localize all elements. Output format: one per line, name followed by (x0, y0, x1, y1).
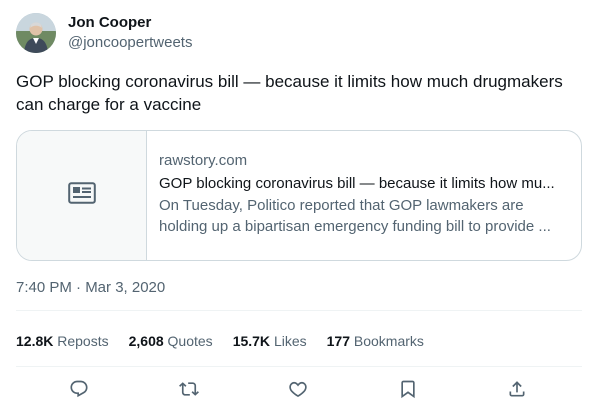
tweet-timestamp[interactable]: 7:40 PM · Mar 3, 2020 (16, 278, 165, 298)
quotes-count: 2,608 (128, 333, 164, 349)
link-card[interactable]: rawstory.com GOP blocking coronavirus bi… (16, 130, 582, 261)
likes-stat[interactable]: 15.7K Likes (233, 331, 307, 351)
reply-icon (69, 379, 89, 404)
like-icon (288, 379, 308, 404)
avatar[interactable] (16, 13, 56, 53)
share-icon (507, 379, 527, 404)
reposts-count: 12.8K (16, 333, 54, 349)
card-description: On Tuesday, Politico reported that GOP l… (159, 197, 551, 235)
repost-button[interactable] (172, 374, 206, 408)
author-display-name[interactable]: Jon Cooper (68, 13, 192, 33)
repost-icon (178, 379, 199, 404)
likes-count: 15.7K (232, 333, 271, 349)
card-domain: rawstory.com (159, 152, 248, 169)
share-button[interactable] (500, 374, 534, 408)
reposts-label: Reposts (57, 333, 109, 349)
bookmarks-label: Bookmarks (353, 333, 424, 349)
article-icon (67, 182, 96, 209)
card-thumbnail (17, 131, 147, 260)
like-button[interactable] (281, 374, 315, 408)
tweet-stats: 12.8K Reposts 2,608 Quotes 15.7K Likes 1… (16, 331, 444, 351)
bookmarks-count: 177 (326, 333, 350, 349)
likes-label: Likes (273, 333, 307, 349)
quotes-label: Quotes (167, 333, 213, 349)
reposts-stat[interactable]: 12.8K Reposts (16, 331, 109, 351)
reply-button[interactable] (62, 374, 96, 408)
bookmarks-stat[interactable]: 177 Bookmarks (327, 331, 424, 351)
quotes-stat[interactable]: 2,608 Quotes (129, 331, 213, 351)
bookmark-button[interactable] (391, 374, 425, 408)
divider (16, 366, 582, 367)
bookmark-icon (398, 379, 418, 404)
tweet-text: GOP blocking coronavirus bill — because … (16, 72, 563, 114)
tweet-actions (16, 374, 582, 408)
tweet-header: Jon Cooper @joncoopertweets (16, 12, 192, 54)
card-title: GOP blocking coronavirus bill — because … (159, 175, 555, 192)
tweet: Jon Cooper @joncoopertweets GOP blocking… (0, 0, 598, 414)
divider (16, 310, 582, 311)
card-body: rawstory.com GOP blocking coronavirus bi… (147, 131, 581, 260)
author-handle[interactable]: @joncoopertweets (68, 33, 192, 53)
author-names: Jon Cooper @joncoopertweets (68, 13, 192, 53)
